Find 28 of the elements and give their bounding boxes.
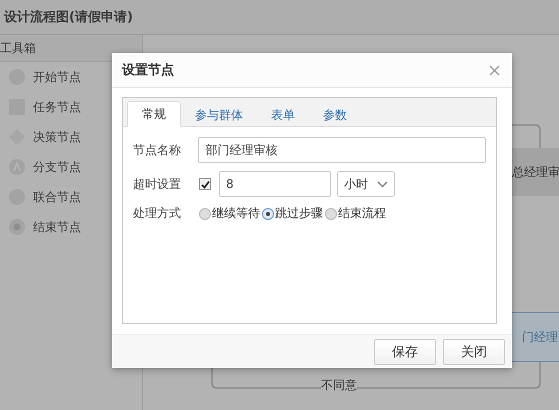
close-icon[interactable] (489, 64, 500, 76)
tab[interactable]: 表单 (257, 103, 309, 127)
field-label: 处理方式 (133, 205, 182, 222)
input-field[interactable]: 部门经理审核 (198, 137, 486, 163)
tab[interactable]: 参与群体 (181, 103, 257, 127)
toolbox-title: 工具箱 (0, 40, 36, 56)
flow-node[interactable]: 总经理审 (512, 148, 559, 196)
chevron-down-icon (377, 180, 388, 188)
edge-label: 不同意 (321, 377, 357, 394)
radio-button[interactable] (262, 208, 274, 220)
page-title: 设计流程图(请假申请) (4, 8, 133, 26)
tab[interactable]: 参数 (309, 103, 361, 127)
radio-label[interactable]: 继续等待 (212, 205, 260, 222)
tab[interactable]: 常规 (127, 101, 181, 127)
connector-line (512, 124, 541, 148)
input-field[interactable]: 8 (219, 171, 331, 197)
save-button[interactable]: 保存 (374, 338, 436, 364)
circle-icon (8, 218, 26, 236)
radio-button[interactable] (199, 208, 211, 220)
field-label: 节点名称 (133, 142, 182, 158)
radio-label[interactable]: 跳过步骤 (275, 205, 323, 222)
radio-label[interactable]: 结束流程 (338, 205, 386, 222)
checkbox[interactable] (199, 178, 211, 190)
close-button[interactable]: 关闭 (443, 338, 505, 364)
dialog-title: 设置节点 (122, 62, 174, 79)
field-label: 超时设置 (133, 176, 182, 192)
unit-select[interactable]: 小时 (337, 171, 395, 197)
radio-button[interactable] (325, 208, 337, 220)
